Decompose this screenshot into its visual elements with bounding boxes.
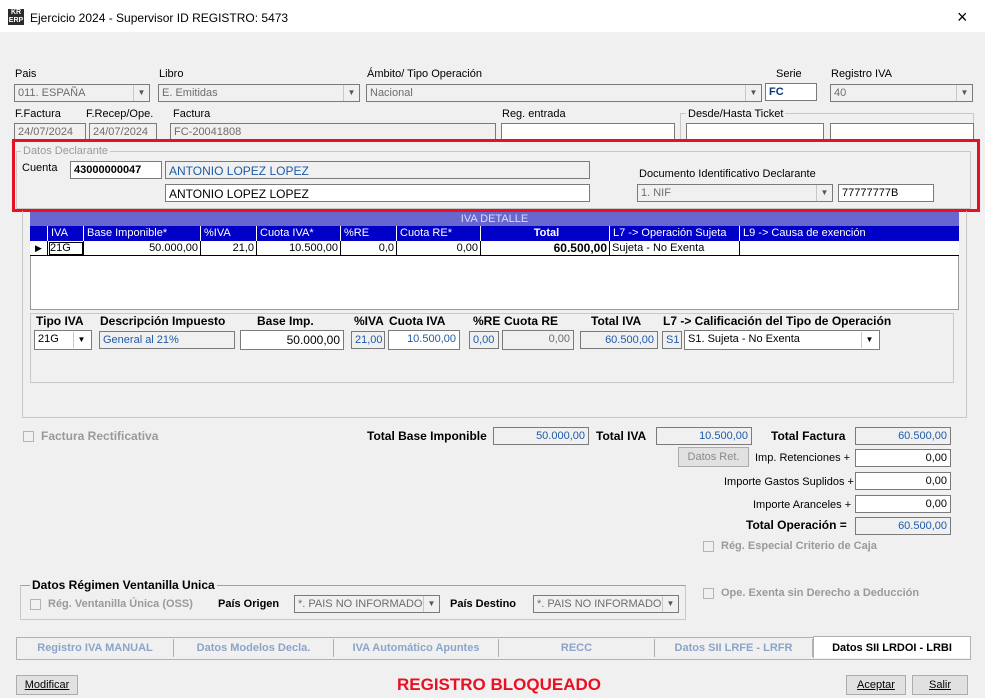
exenta-checkbox[interactable] <box>703 588 714 599</box>
tab-iva-automatico[interactable]: IVA Automático Apuntes <box>334 639 499 657</box>
tab-recc[interactable]: RECC <box>499 639 655 657</box>
desc-label: Descripción Impuesto <box>100 314 226 328</box>
pre-label: %RE <box>473 314 501 328</box>
salir-button[interactable]: Salir <box>912 675 968 695</box>
piva-label: %IVA <box>354 314 384 328</box>
cuota-re-label: Cuota RE <box>504 314 558 328</box>
ticket-label: Desde/Hasta Ticket <box>686 108 786 120</box>
tab-divider <box>16 659 971 660</box>
caja-checkbox[interactable] <box>703 541 714 552</box>
window-title: Ejercicio 2024 - Supervisor ID REGISTRO:… <box>30 11 289 25</box>
tab-datos-modelos[interactable]: Datos Modelos Decla. <box>174 639 334 657</box>
libro-select[interactable]: E. Emitidas <box>158 84 360 102</box>
exenta-label: Ope. Exenta sin Derecho a Deducción <box>721 587 920 599</box>
tipo-iva-label: Tipo IVA <box>36 314 84 328</box>
aceptar-button[interactable]: Aceptar <box>846 675 906 695</box>
caja-label: Rég. Especial Criterio de Caja <box>721 540 877 552</box>
regentrada-label: Reg. entrada <box>502 108 566 120</box>
oss-label: Rég. Ventanilla Única (OSS) <box>48 598 193 610</box>
total-base-label: Total Base Imponible <box>367 429 487 443</box>
pre-value: 0,00 <box>469 331 499 349</box>
tab-datos-sii-lrfe[interactable]: Datos SII LRFE - LRFR <box>655 639 813 657</box>
chevron-down-icon[interactable]: ▼ <box>662 596 678 612</box>
total-factura-label: Total Factura <box>771 429 846 443</box>
suplidos-label: Importe Gastos Suplidos + <box>724 476 854 488</box>
ffactura-label: F.Factura <box>15 108 61 120</box>
piva-value: 21,00 <box>351 331 385 349</box>
aranceles-label: Importe Aranceles + <box>753 499 852 511</box>
tab-datos-sii-lrdoi[interactable]: Datos SII LRDOI - LRBI <box>813 636 971 658</box>
chevron-down-icon[interactable]: ▼ <box>861 332 877 348</box>
registro-select[interactable]: 40 <box>830 84 973 102</box>
total-iva-label: Total IVA <box>591 314 642 328</box>
total-iva-sum-label: Total IVA <box>596 429 647 443</box>
rectificativa-checkbox[interactable] <box>23 431 34 442</box>
total-iva-sum-value: 10.500,00 <box>656 427 752 445</box>
ventanilla-legend: Datos Régimen Ventanilla Unica <box>30 578 217 592</box>
chevron-down-icon[interactable]: ▼ <box>423 596 439 612</box>
chevron-down-icon[interactable]: ▼ <box>73 332 89 348</box>
suplidos-input[interactable]: 0,00 <box>855 472 951 490</box>
pais-select[interactable]: 011. ESPAÑA <box>14 84 150 102</box>
frecep-label: F.Recep/Ope. <box>86 108 154 120</box>
registro-label: Registro IVA <box>831 68 892 80</box>
total-operacion-value: 60.500,00 <box>855 517 951 535</box>
oss-checkbox[interactable] <box>30 599 41 610</box>
origen-label: País Origen <box>218 598 280 610</box>
destino-select[interactable]: *. PAIS NO INFORMADO <box>533 595 679 613</box>
l7-select[interactable]: S1. Sujeta - No Exenta <box>684 330 880 350</box>
retenciones-label: Imp. Retenciones + <box>755 452 851 464</box>
chevron-down-icon[interactable]: ▼ <box>956 85 972 101</box>
factura-label: Factura <box>173 108 211 120</box>
rectificativa-label: Factura Rectificativa <box>41 429 159 443</box>
cuota-iva-input[interactable]: 10.500,00 <box>388 330 460 350</box>
l7-code: S1 <box>662 331 682 349</box>
chevron-down-icon[interactable]: ▼ <box>133 85 149 101</box>
app-icon: KR ERP <box>8 9 24 25</box>
serie-input[interactable]: FC <box>765 83 817 101</box>
origen-select[interactable]: *. PAIS NO INFORMADO <box>294 595 440 613</box>
aranceles-input[interactable]: 0,00 <box>855 495 951 513</box>
total-factura-value: 60.500,00 <box>855 427 951 445</box>
base-imp-input[interactable]: 50.000,00 <box>240 330 344 350</box>
ambito-select[interactable]: Nacional <box>366 84 762 102</box>
close-icon[interactable]: × <box>957 8 968 26</box>
highlight-box <box>12 139 980 212</box>
base-imp-label: Base Imp. <box>257 314 314 328</box>
total-base-value: 50.000,00 <box>493 427 589 445</box>
total-iva-value: 60.500,00 <box>580 331 658 349</box>
cuota-iva-label: Cuota IVA <box>389 314 446 328</box>
retenciones-input[interactable]: 0,00 <box>855 449 951 467</box>
tab-registro-iva-manual[interactable]: Registro IVA MANUAL <box>17 639 174 657</box>
serie-label: Serie <box>776 68 802 80</box>
modificar-button[interactable]: Modificar <box>16 675 78 695</box>
destino-label: País Destino <box>450 598 517 610</box>
total-operacion-label: Total Operación = <box>746 518 847 532</box>
status-label: REGISTRO BLOQUEADO <box>397 675 602 694</box>
cuota-re-input[interactable]: 0,00 <box>502 330 574 350</box>
chevron-down-icon[interactable]: ▼ <box>745 85 761 101</box>
pais-label: Pais <box>15 68 37 80</box>
datos-ret-button[interactable]: Datos Ret. <box>678 447 749 467</box>
libro-label: Libro <box>159 68 184 80</box>
desc-value: General al 21% <box>99 331 235 349</box>
chevron-down-icon[interactable]: ▼ <box>343 85 359 101</box>
l7-label: L7 -> Calificación del Tipo de Operación <box>663 314 892 328</box>
ambito-label: Ámbito/ Tipo Operación <box>367 68 482 80</box>
